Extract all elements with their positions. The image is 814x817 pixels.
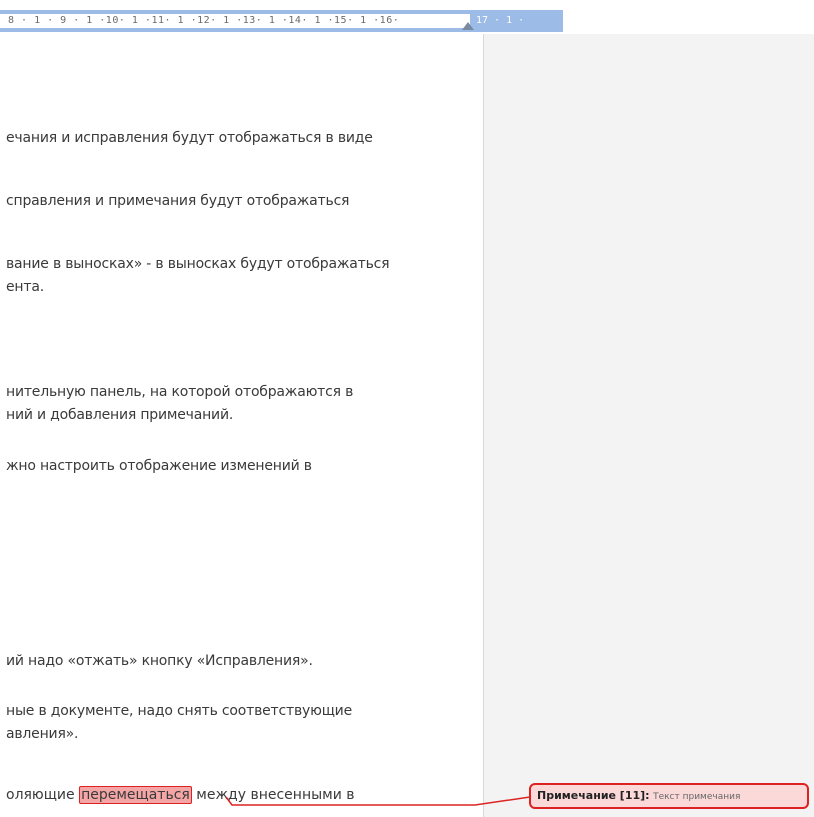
text-line[interactable]: справления и примечания будут отображать…: [6, 193, 349, 209]
comment-balloon[interactable]: Примечание [11]: Текст примечания: [529, 783, 809, 809]
horizontal-ruler[interactable]: 8 · 1 · 9 · 1 ·10· 1 ·11· 1 ·12· 1 ·13· …: [0, 0, 814, 34]
text-line[interactable]: нительную панель, на которой отображаютс…: [6, 384, 353, 400]
ruler-tick-labels-right: 17 · 1 ·: [476, 15, 525, 26]
ruler-bar: 8 · 1 · 9 · 1 ·10· 1 ·11· 1 ·12· 1 ·13· …: [0, 10, 563, 32]
text-line[interactable]: жно настроить отображение изменений в: [6, 458, 312, 474]
text-line[interactable]: ний и добавления примечаний.: [6, 407, 233, 423]
document-page[interactable]: ечания и исправления будут отображаться …: [0, 34, 483, 817]
text-before-comment: оляющие: [6, 787, 80, 803]
comment-label: Примечание [11]:: [537, 789, 650, 802]
text-line[interactable]: ий надо «отжать» кнопку «Исправления».: [6, 653, 313, 669]
comment-text[interactable]: Текст примечания: [653, 792, 740, 802]
ruler-tick-labels: 8 · 1 · 9 · 1 ·10· 1 ·11· 1 ·12· 1 ·13· …: [8, 15, 400, 26]
text-line[interactable]: вание в выносках» - в выносках будут ото…: [6, 256, 390, 272]
text-line[interactable]: ента.: [6, 279, 44, 295]
text-line-with-comment[interactable]: оляющие перемещаться между внесенными в: [6, 786, 355, 804]
right-indent-marker-icon[interactable]: [462, 22, 474, 30]
ruler-text-area: 8 · 1 · 9 · 1 ·10· 1 ·11· 1 ·12· 1 ·13· …: [0, 14, 470, 28]
text-line[interactable]: авления».: [6, 726, 78, 742]
markup-margin-area: [483, 34, 814, 817]
text-line[interactable]: ечания и исправления будут отображаться …: [6, 130, 373, 146]
commented-text-highlight[interactable]: перемещаться: [79, 786, 192, 804]
text-line[interactable]: ные в документе, надо снять соответствую…: [6, 703, 352, 719]
text-after-comment: между внесенными в: [191, 787, 355, 803]
